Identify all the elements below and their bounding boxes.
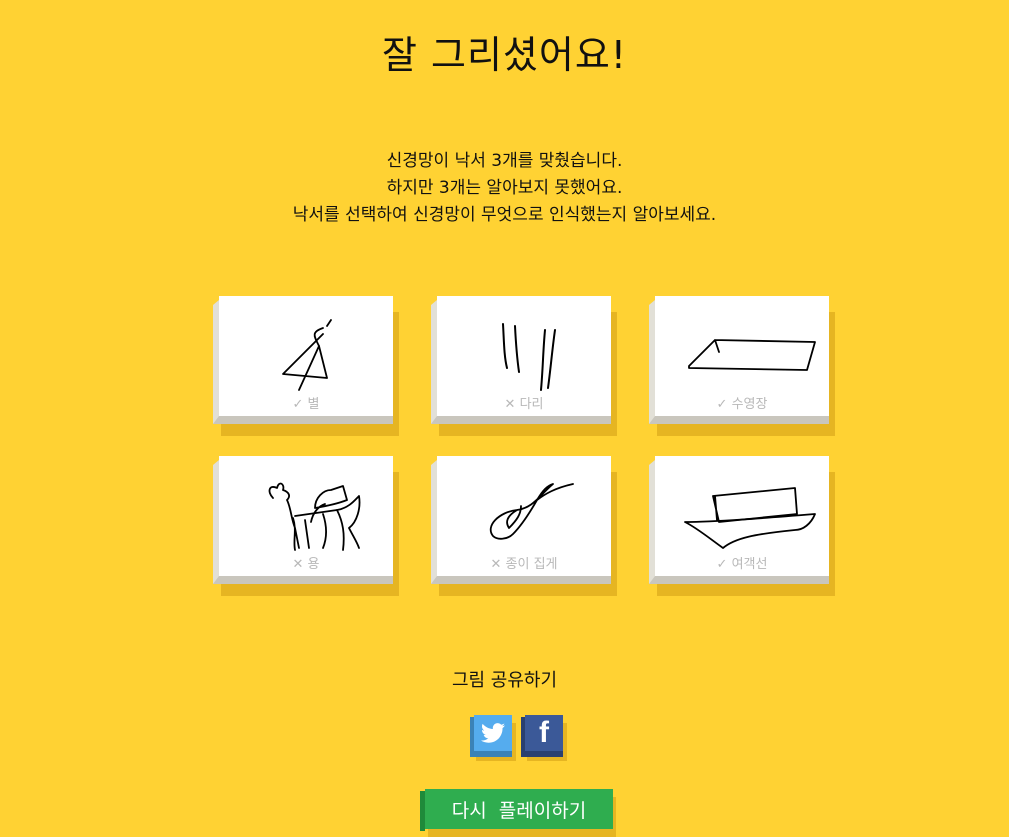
facebook-icon: f	[539, 716, 549, 749]
check-icon: ✓	[716, 557, 728, 572]
result-message: 신경망이 낙서 3개를 맞췄습니다. 하지만 3개는 알아보지 못했어요. 낙서…	[0, 148, 1009, 229]
drawing-card-dragon[interactable]: ✕ 용	[213, 456, 399, 596]
check-icon: ✓	[292, 397, 304, 412]
dragon-doodle	[268, 482, 361, 551]
message-line-3: 낙서를 선택하여 신경망이 무엇으로 인식했는지 알아보세요.	[292, 205, 717, 225]
star-doodle	[282, 319, 332, 391]
drawing-label: 여객선	[731, 557, 768, 572]
drawing-card-star[interactable]: ✓ 별	[213, 296, 399, 436]
drawing-card-bridge[interactable]: ✕ 다리	[431, 296, 617, 436]
drawing-card-paperclip[interactable]: ✕ 종이 집게	[431, 456, 617, 596]
cross-icon: ✕	[292, 557, 304, 572]
message-line-1: 신경망이 낙서 3개를 맞췄습니다.	[386, 151, 623, 171]
cross-icon: ✕	[504, 397, 516, 412]
drawing-label: 용	[307, 557, 320, 572]
drawing-label: 수영장	[731, 397, 768, 412]
drawing-card-ferry[interactable]: ✓ 여객선	[649, 456, 835, 596]
drawing-label: 별	[307, 397, 320, 412]
bridge-doodle	[502, 323, 556, 391]
twitter-icon	[481, 723, 505, 743]
drawing-label: 종이 집게	[505, 557, 558, 572]
cross-icon: ✕	[490, 557, 502, 572]
page-title: 잘 그리셨어요!	[381, 33, 628, 77]
drawing-card-pool[interactable]: ✓ 수영장	[649, 296, 835, 436]
ferry-doodle	[684, 487, 816, 549]
share-label: 그림 공유하기	[451, 670, 558, 691]
pool-doodle	[688, 339, 816, 371]
facebook-share-button[interactable]: f	[521, 715, 567, 761]
drawing-label: 다리	[519, 397, 544, 412]
drawing-grid: ✓ 별 ✕ 다리 ✓ 수영장 ✕ 용 ✕ 종이 집게 ✓ 여객선	[213, 296, 837, 596]
paperclip-doodle	[489, 483, 574, 540]
replay-button[interactable]: 다시 플레이하기	[420, 789, 616, 837]
check-icon: ✓	[716, 397, 728, 412]
message-line-2: 하지만 3개는 알아보지 못했어요.	[386, 178, 623, 198]
twitter-share-button[interactable]	[470, 715, 516, 761]
replay-label: 다시 플레이하기	[425, 789, 613, 829]
